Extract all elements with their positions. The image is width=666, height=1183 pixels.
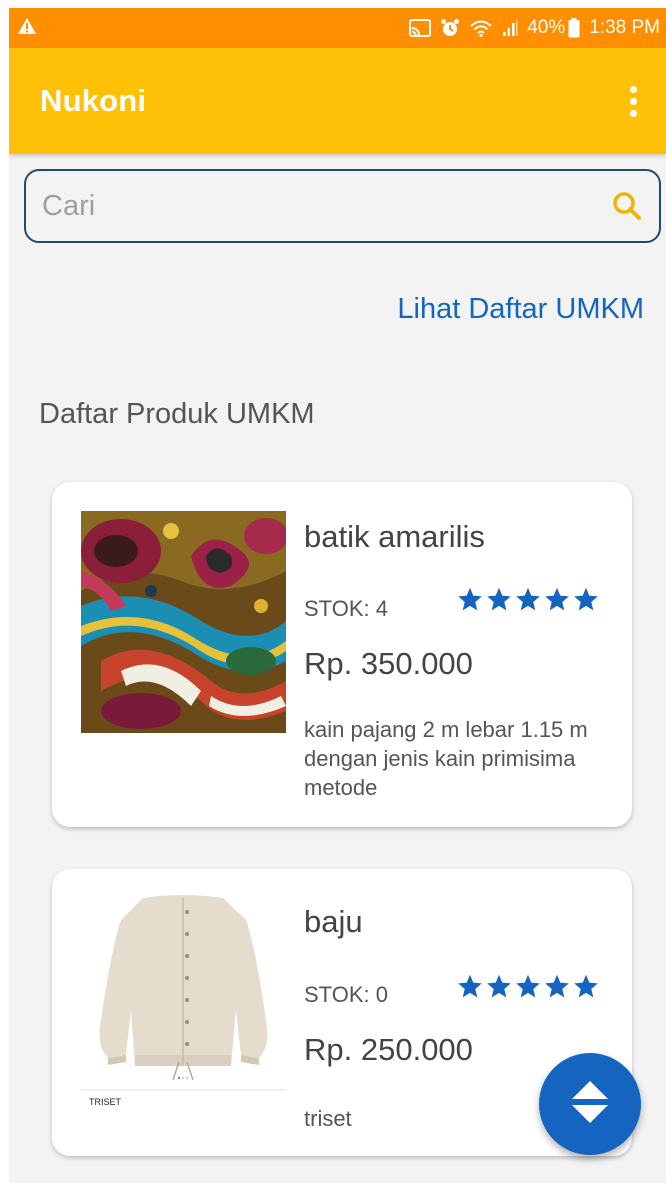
- rating-stars: [456, 586, 600, 618]
- sort-fab-button[interactable]: [539, 1053, 641, 1155]
- cast-icon: [409, 19, 432, 37]
- star-icon: [572, 586, 600, 618]
- star-icon: [456, 586, 484, 618]
- star-icon: [514, 586, 542, 618]
- signal-icon: [502, 19, 518, 37]
- more-vert-icon[interactable]: [618, 76, 648, 126]
- sort-arrows-icon: [570, 1079, 610, 1130]
- star-icon: [543, 973, 571, 1005]
- alarm-icon: [440, 18, 460, 38]
- product-description: kain pajang 2 m lebar 1.15 m dengan jeni…: [304, 717, 588, 800]
- list-umkm-link[interactable]: Lihat Daftar UMKM: [397, 293, 644, 326]
- app-bar: Nukoni: [9, 48, 666, 154]
- search-box[interactable]: [24, 169, 661, 243]
- app-screen: 40% 1:38 PM Nukoni Cari Lihat Daftar UMK…: [9, 8, 666, 1183]
- star-icon: [572, 973, 600, 1005]
- product-card[interactable]: batik amarilis STOK: 4 Rp. 350.000 kain …: [52, 482, 632, 827]
- search-input[interactable]: [40, 188, 607, 224]
- image-caption: TRISET: [89, 1097, 122, 1107]
- product-name: batik amarilis: [304, 519, 485, 554]
- section-title: Daftar Produk UMKM: [39, 398, 315, 430]
- star-icon: [543, 586, 571, 618]
- warning-icon: [17, 17, 37, 40]
- star-icon: [485, 973, 513, 1005]
- shirt-image: TRISET: [81, 890, 286, 1130]
- battery-icon: [568, 18, 580, 38]
- product-price: Rp. 350.000: [304, 646, 473, 681]
- rating-stars: [456, 973, 600, 1005]
- search-icon[interactable]: [607, 186, 647, 226]
- app-title: Nukoni: [40, 83, 147, 118]
- star-icon: [514, 973, 542, 1005]
- product-price: Rp. 250.000: [304, 1032, 473, 1067]
- star-icon: [456, 973, 484, 1005]
- wifi-icon: [469, 19, 493, 37]
- battery-percent: 40%: [527, 17, 566, 38]
- batik-fabric-image: [81, 511, 288, 733]
- status-bar: 40% 1:38 PM: [9, 8, 666, 48]
- stock-label: STOK: 4: [304, 596, 388, 621]
- status-time: 1:38 PM: [589, 17, 660, 38]
- star-icon: [485, 586, 513, 618]
- stock-label: STOK: 0: [304, 982, 388, 1007]
- product-name: baju: [304, 904, 363, 939]
